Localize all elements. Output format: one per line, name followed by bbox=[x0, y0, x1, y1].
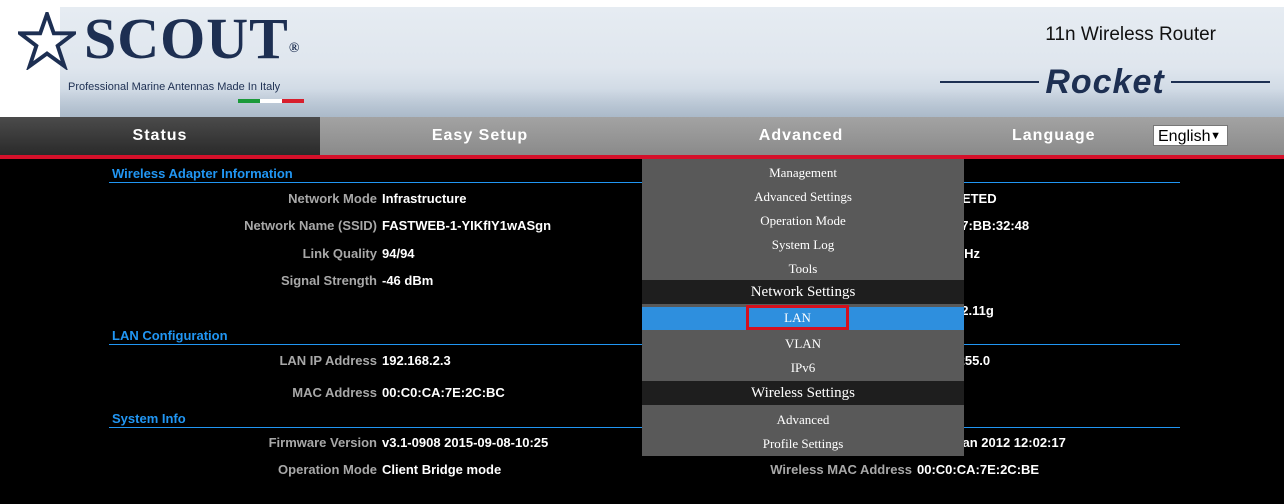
firmware-version-value: v3.1-0908 2015-09-08-10:25 bbox=[382, 435, 549, 450]
lan-ip-value: 192.168.2.3 bbox=[382, 353, 451, 368]
section-title-system: System Info bbox=[112, 411, 186, 426]
menu-item-system-log[interactable]: System Log bbox=[642, 237, 964, 253]
link-quality-value: 94/94 bbox=[382, 246, 415, 261]
brand-logo[interactable]: SCOUT® bbox=[84, 4, 300, 74]
ssid-label: Network Name (SSID) bbox=[244, 218, 377, 233]
menu-header-network-settings: Network Settings bbox=[642, 280, 964, 304]
link-quality-label: Link Quality bbox=[302, 246, 377, 261]
section-title-wireless: Wireless Adapter Information bbox=[112, 166, 293, 181]
italy-flag-icon bbox=[238, 99, 304, 103]
network-mode-value: Infrastructure bbox=[382, 191, 467, 206]
menu-item-vlan[interactable]: VLAN bbox=[642, 336, 964, 352]
operation-mode-value: Client Bridge mode bbox=[382, 462, 502, 477]
wireless-right-value: 07:BB:32:48 bbox=[954, 218, 1030, 233]
operation-mode-label: Operation Mode bbox=[278, 462, 377, 477]
network-mode-label: Network Mode bbox=[288, 191, 377, 206]
product-name-logo: Rocket bbox=[940, 60, 1270, 104]
language-select[interactable]: English ▼ bbox=[1153, 125, 1228, 146]
tab-status[interactable]: Status bbox=[0, 117, 320, 155]
wireless-mac-value: 00:C0:CA:7E:2C:BE bbox=[917, 462, 1040, 477]
menu-item-advanced-settings[interactable]: Advanced Settings bbox=[642, 189, 964, 205]
system-time-text: Jan 2012 12:02:17 bbox=[955, 435, 1066, 450]
main-nav: Status Easy Setup Advanced Language Engl… bbox=[0, 117, 1284, 155]
menu-item-wireless-advanced[interactable]: Advanced bbox=[642, 412, 964, 428]
menu-item-tools[interactable]: Tools bbox=[642, 261, 964, 277]
signal-strength-value: -46 dBm bbox=[382, 273, 434, 288]
firmware-version-label: Firmware Version bbox=[268, 435, 377, 450]
header: SCOUT® Professional Marine Antennas Made… bbox=[0, 0, 1284, 117]
menu-item-profile-settings[interactable]: Profile Settings bbox=[642, 436, 964, 452]
mac-address-label: MAC Address bbox=[292, 385, 377, 400]
advanced-dropdown-menu: Management Advanced Settings Operation M… bbox=[642, 159, 964, 456]
lan-ip-label: LAN IP Address bbox=[279, 353, 377, 368]
menu-header-wireless-settings: Wireless Settings bbox=[642, 381, 964, 405]
section-title-lan: LAN Configuration bbox=[112, 328, 228, 343]
ssid-value: FASTWEB-1-YIKfIY1wASgn bbox=[382, 218, 552, 233]
menu-item-operation-mode[interactable]: Operation Mode bbox=[642, 213, 964, 229]
scout-star-logo-icon bbox=[18, 12, 76, 70]
tab-easy-setup[interactable]: Easy Setup bbox=[320, 117, 640, 155]
wireless-mac-label: Wireless MAC Address bbox=[770, 462, 912, 477]
product-title: 11n Wireless Router bbox=[1045, 24, 1216, 45]
language-label: Language bbox=[1012, 127, 1096, 144]
menu-item-lan[interactable]: LAN bbox=[746, 305, 849, 330]
menu-item-ipv6[interactable]: IPv6 bbox=[642, 360, 964, 376]
brand-tagline: Professional Marine Antennas Made In Ita… bbox=[68, 81, 281, 93]
tab-advanced[interactable]: Advanced bbox=[640, 117, 962, 155]
system-time-value: | Jan 2012 12:02:17 bbox=[948, 435, 1066, 450]
mac-address-value: 00:C0:CA:7E:2C:BC bbox=[382, 385, 505, 400]
menu-item-management[interactable]: Management bbox=[642, 165, 964, 181]
chevron-down-icon: ▼ bbox=[1210, 130, 1221, 142]
signal-strength-label: Signal Strength bbox=[280, 273, 377, 288]
